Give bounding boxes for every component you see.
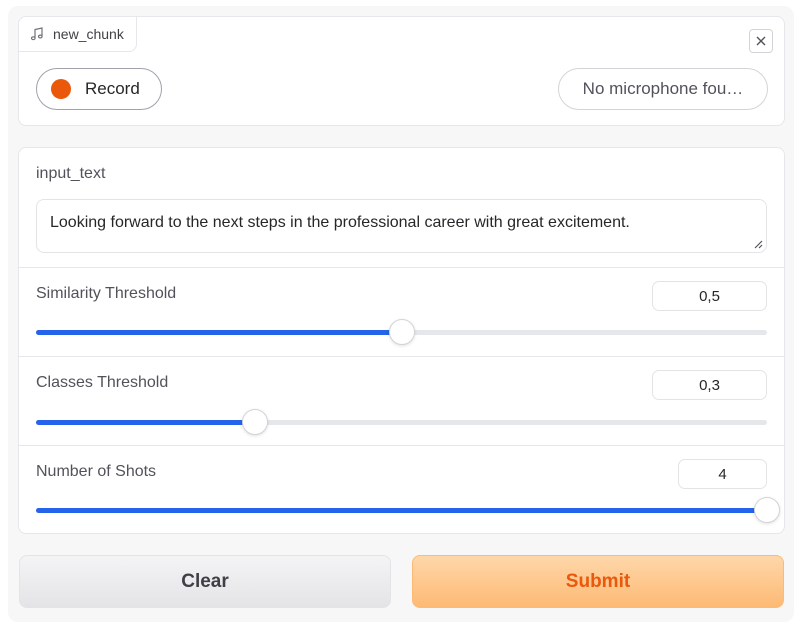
shots-number-input[interactable]: 4 bbox=[678, 459, 767, 489]
classes-number-input[interactable]: 0,3 bbox=[652, 370, 767, 400]
audio-label: new_chunk bbox=[19, 17, 137, 52]
similarity-slider[interactable] bbox=[36, 319, 767, 345]
audio-input-panel: new_chunk Record No microphone fou… bbox=[18, 16, 785, 126]
record-button[interactable]: Record bbox=[36, 68, 162, 110]
shots-section: Number of Shots 4 bbox=[19, 445, 784, 533]
input-text-section: input_text Looking forward to the next s… bbox=[19, 148, 784, 267]
similarity-slider-fill bbox=[36, 330, 402, 335]
classes-slider-thumb[interactable] bbox=[242, 409, 269, 435]
close-icon bbox=[756, 36, 766, 46]
shots-slider[interactable] bbox=[36, 497, 780, 523]
record-dot-icon bbox=[51, 79, 71, 99]
shots-label: Number of Shots bbox=[36, 463, 157, 480]
classes-section: Classes Threshold 0,3 bbox=[19, 356, 784, 445]
classes-slider-fill bbox=[36, 420, 256, 425]
form-panel: input_text Looking forward to the next s… bbox=[18, 147, 785, 534]
record-label: Record bbox=[85, 79, 140, 98]
submit-button[interactable]: Submit bbox=[412, 555, 784, 608]
clear-button[interactable]: Clear bbox=[19, 555, 391, 608]
input-text-field[interactable]: Looking forward to the next steps in the… bbox=[36, 199, 767, 253]
similarity-section: Similarity Threshold 0,5 bbox=[19, 267, 784, 356]
similarity-slider-thumb[interactable] bbox=[388, 319, 415, 345]
close-button[interactable] bbox=[749, 29, 773, 53]
microphone-select[interactable]: No microphone fou… bbox=[558, 68, 768, 110]
classes-slider[interactable] bbox=[36, 409, 767, 435]
input-text-label: input_text bbox=[36, 165, 106, 182]
audio-label-text: new_chunk bbox=[53, 26, 124, 42]
similarity-label: Similarity Threshold bbox=[36, 285, 177, 302]
shots-slider-thumb[interactable] bbox=[754, 497, 780, 523]
music-note-icon bbox=[29, 26, 45, 42]
resize-handle-icon[interactable] bbox=[753, 239, 763, 249]
shots-slider-fill bbox=[36, 508, 767, 513]
similarity-number-input[interactable]: 0,5 bbox=[652, 281, 767, 311]
classes-label: Classes Threshold bbox=[36, 374, 169, 391]
input-text-value: Looking forward to the next steps in the… bbox=[50, 214, 630, 231]
